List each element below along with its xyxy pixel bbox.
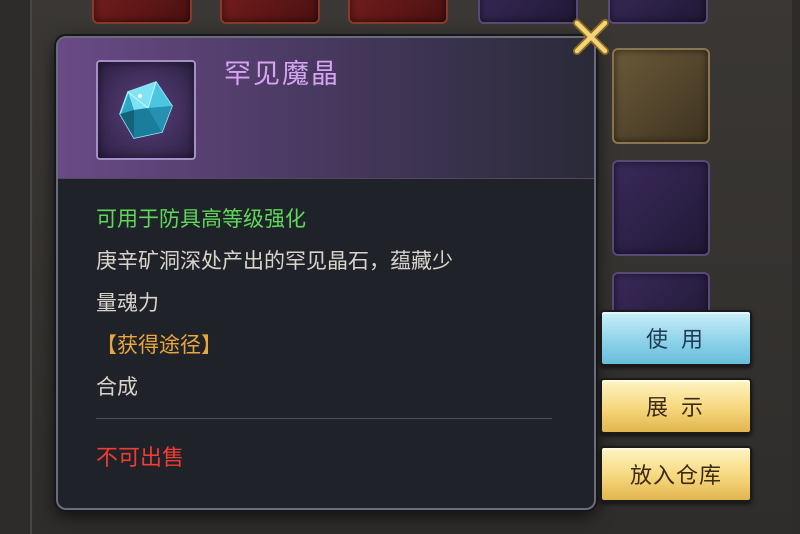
item-description-line-2: 量魂力 [96, 291, 159, 315]
inventory-slot[interactable] [220, 0, 320, 24]
close-button[interactable] [570, 16, 612, 58]
item-description-block: 可用于防具高等级强化 庚辛矿洞深处产出的罕见晶石，蕴藏少 量魂力 【获得途径】 … [96, 198, 566, 408]
sale-status: 不可出售 [96, 446, 185, 471]
store-in-warehouse-button[interactable]: 放入仓库 [600, 446, 752, 502]
item-description-line-1: 庚辛矿洞深处产出的罕见晶石，蕴藏少 [96, 249, 453, 273]
inventory-slot-scroll[interactable] [612, 48, 710, 144]
inventory-slot[interactable] [348, 0, 448, 24]
inventory-slot[interactable] [478, 0, 578, 24]
close-icon [573, 19, 609, 55]
source-label: 【获得途径】 [96, 333, 222, 357]
use-button[interactable]: 使 用 [600, 310, 752, 366]
item-name: 罕见魔晶 [224, 59, 340, 90]
item-tooltip: 罕见魔晶 可用于防具高等级强化 庚辛矿洞深处产出的罕见晶石，蕴藏少 量魂力 【获… [56, 36, 596, 510]
show-button[interactable]: 展 示 [600, 378, 752, 434]
inventory-slot[interactable] [92, 0, 192, 24]
item-icon-frame [96, 60, 196, 160]
inventory-slot[interactable] [608, 0, 708, 24]
blue-crystal-icon [119, 81, 173, 139]
inventory-slot-staff[interactable] [612, 160, 710, 256]
divider [96, 418, 552, 419]
item-usage: 可用于防具高等级强化 [96, 207, 306, 231]
tooltip-header: 罕见魔晶 [58, 38, 594, 179]
source-value: 合成 [96, 375, 138, 399]
